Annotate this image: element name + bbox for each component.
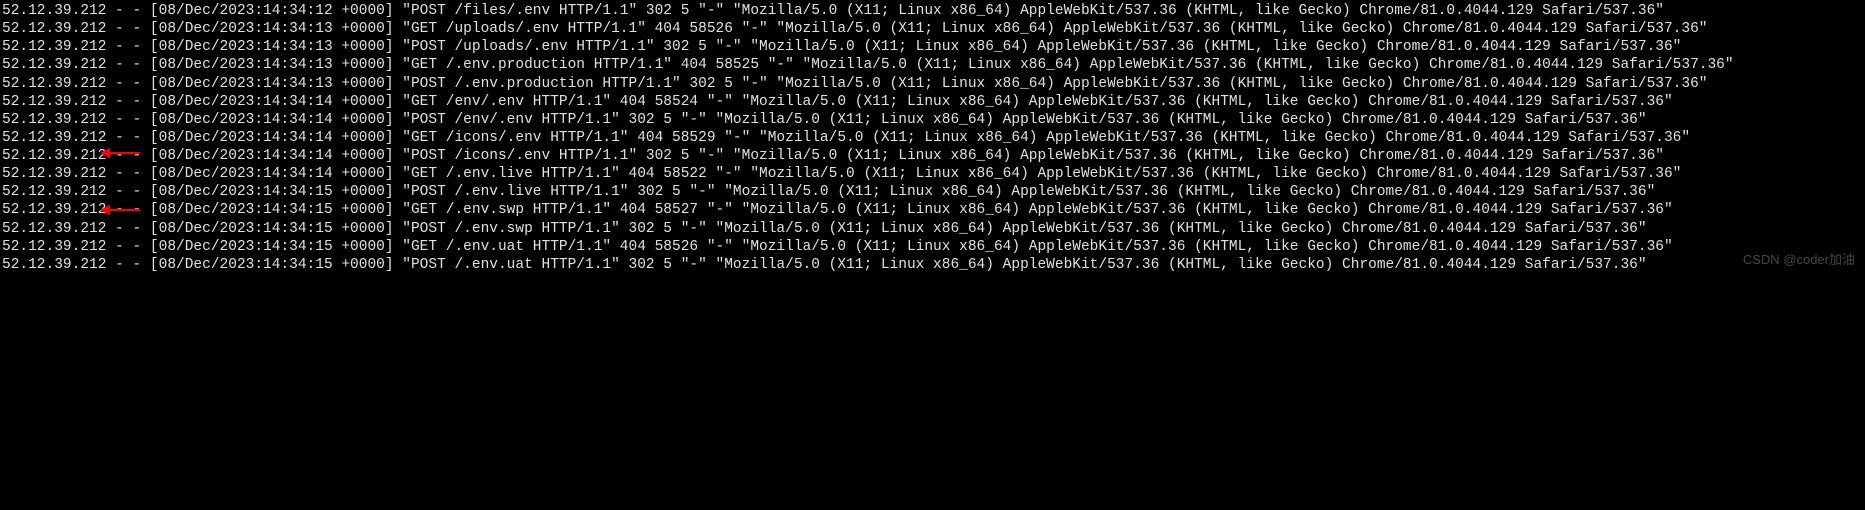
log-line: 52.12.39.212 - - [08/Dec/2023:14:34:15 +… — [2, 239, 1673, 255]
log-line: 52.12.39.212 - - [08/Dec/2023:14:34:13 +… — [2, 39, 1681, 55]
log-line: 52.12.39.212 - - [08/Dec/2023:14:34:15 +… — [2, 221, 1647, 237]
log-line: 52.12.39.212 - - [08/Dec/2023:14:34:12 +… — [2, 3, 1664, 19]
access-log-output: 52.12.39.212 - - [08/Dec/2023:14:34:12 +… — [2, 2, 1863, 274]
log-line: 52.12.39.212 - - [08/Dec/2023:14:34:14 +… — [2, 148, 1664, 164]
log-line: 52.12.39.212 - - [08/Dec/2023:14:34:13 +… — [2, 76, 1707, 92]
log-line: 52.12.39.212 - - [08/Dec/2023:14:34:14 +… — [2, 94, 1673, 110]
log-line: 52.12.39.212 - - [08/Dec/2023:14:34:13 +… — [2, 57, 1734, 73]
log-line: 52.12.39.212 - - [08/Dec/2023:14:34:15 +… — [2, 184, 1655, 200]
log-line: 52.12.39.212 - - [08/Dec/2023:14:34:14 +… — [2, 112, 1647, 128]
log-line: 52.12.39.212 - - [08/Dec/2023:14:34:14 +… — [2, 166, 1681, 182]
log-line: 52.12.39.212 - - [08/Dec/2023:14:34:13 +… — [2, 21, 1707, 37]
log-line: 52.12.39.212 - - [08/Dec/2023:14:34:15 +… — [2, 257, 1647, 273]
log-line: 52.12.39.212 - - [08/Dec/2023:14:34:15 +… — [2, 202, 1673, 218]
log-line: 52.12.39.212 - - [08/Dec/2023:14:34:14 +… — [2, 130, 1690, 146]
